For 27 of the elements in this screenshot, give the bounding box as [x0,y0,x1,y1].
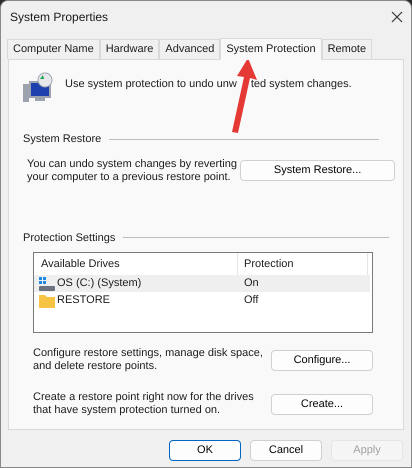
description-text: You can undo system changes by reverting your computer to a previous restore point. [27,158,238,184]
intro-text: Use system protection to undo unw [65,77,237,92]
computer-restore-icon [23,72,53,104]
system-restore-button[interactable]: System Restore... [240,160,395,181]
protection-status: Off [243,293,258,308]
create-button[interactable]: Create... [271,394,373,414]
drive-row[interactable]: RESTORE Off [34,292,370,309]
group-heading: System Restore [23,132,102,147]
window-title: System Properties [10,9,108,26]
tab[interactable]: Advanced [159,39,220,59]
action-description: Configure restore settings, manage disk space, and delete restore points. [33,347,264,373]
system-drive-icon [39,276,55,290]
close-icon[interactable] [391,11,403,23]
drive-name: RESTORE [57,293,110,308]
drive-row[interactable]: OS (C:) (System) On [34,275,370,292]
group-heading: Protection Settings [23,230,116,246]
intro-text: ted system changes. [250,77,352,92]
tab[interactable]: System Protection [220,38,322,60]
drive-name: OS (C:) (System) [57,276,142,292]
dialog-button[interactable]: Cancel [250,440,322,461]
configure-button[interactable]: Configure... [271,350,373,370]
action-description: Create a restore point right now for the drives that have system protection turned on. [33,391,255,417]
tab[interactable]: Hardware [100,39,160,59]
dialog-button[interactable]: OK [169,440,241,461]
tab[interactable]: Remote [322,39,372,59]
protection-status: On [243,276,259,292]
tab[interactable]: Computer Name [7,39,100,59]
